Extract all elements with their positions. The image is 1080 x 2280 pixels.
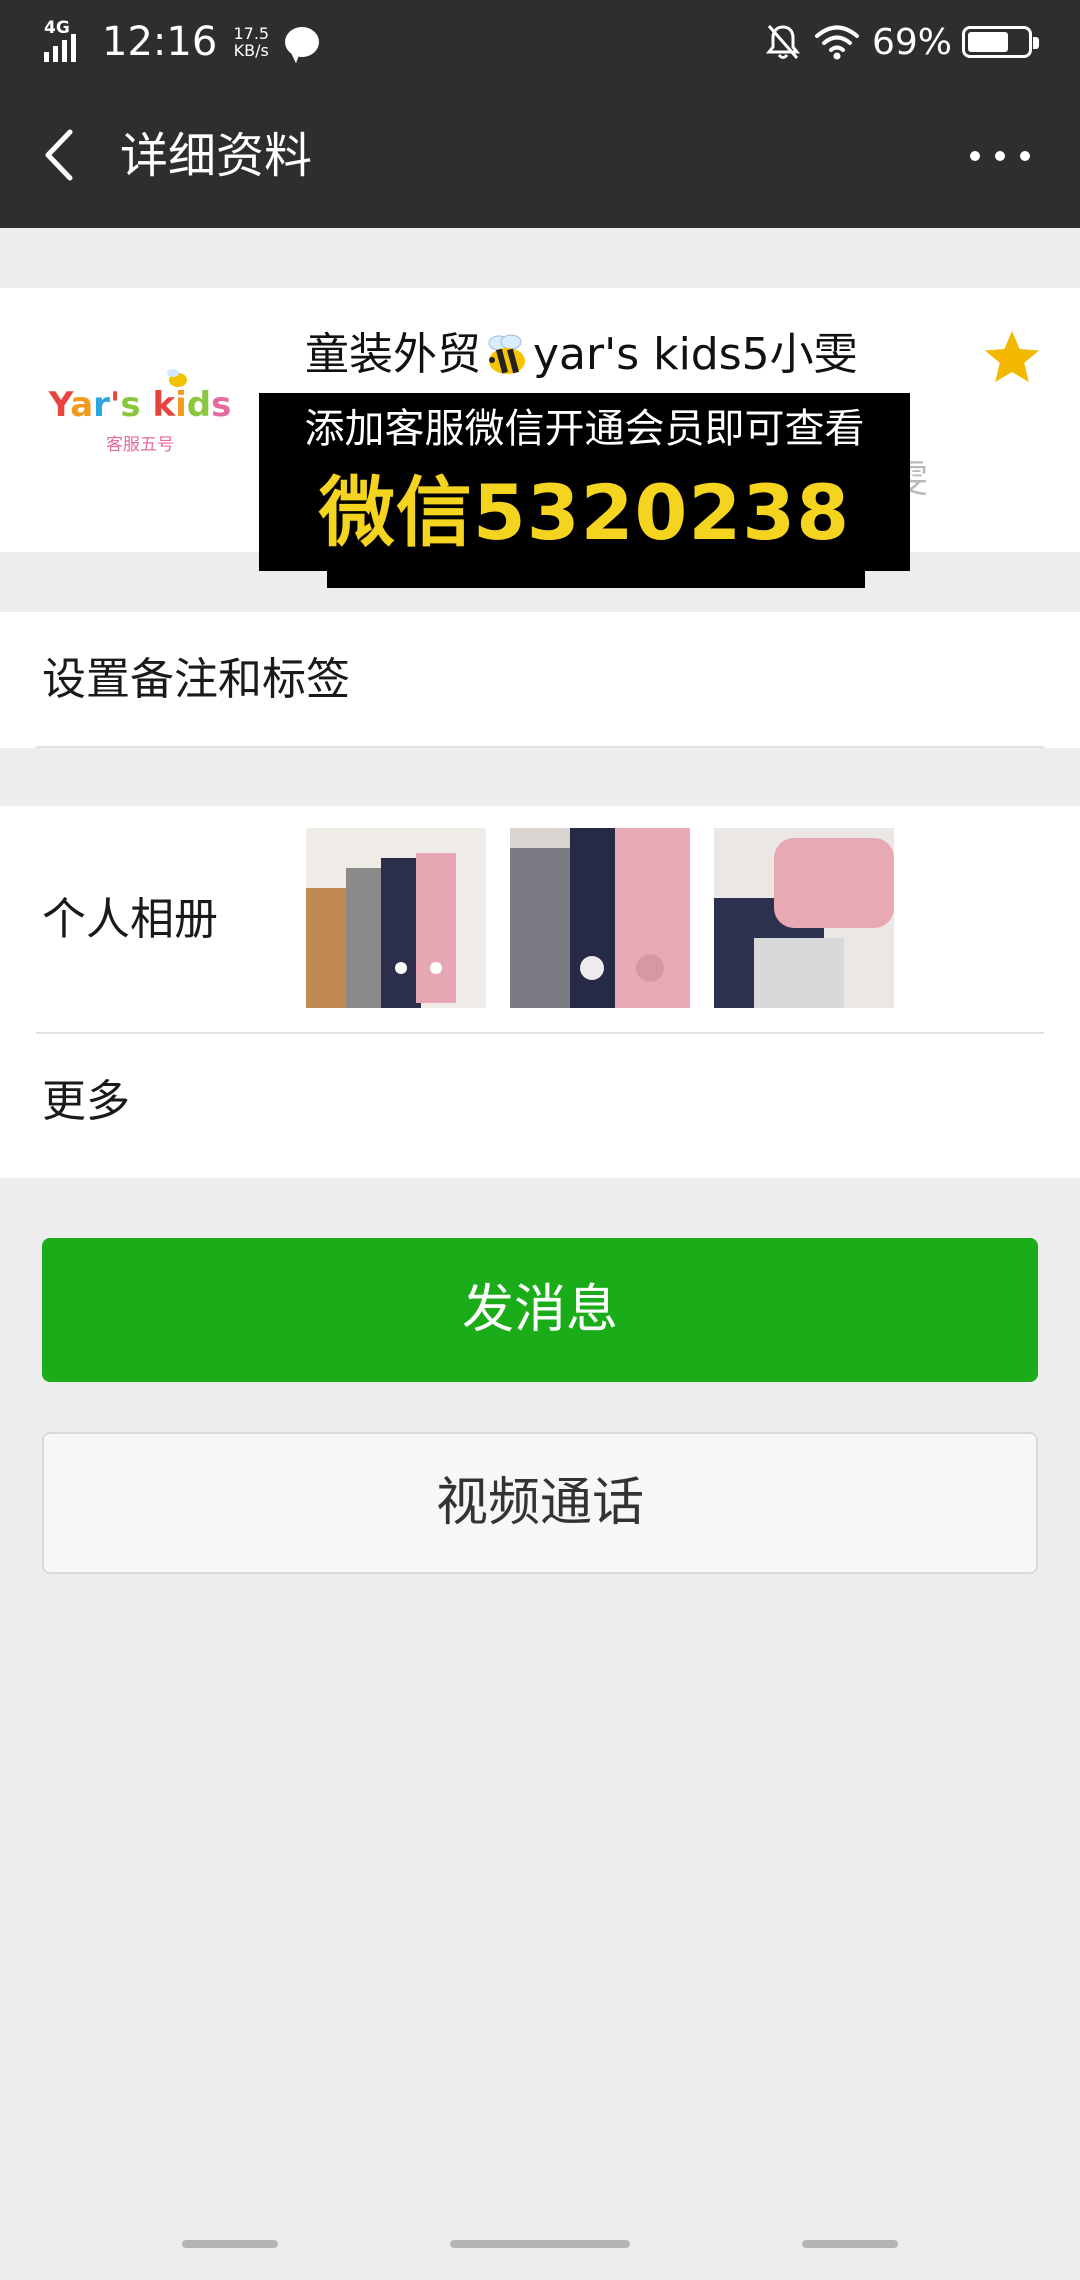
remark-tags-label: 设置备注和标签 xyxy=(42,654,350,705)
overlay-banner: 添加客服微信开通会员即可查看 微信5320238 xyxy=(259,393,910,571)
overlay-contact: 微信5320238 xyxy=(318,468,851,557)
network-type: 4G xyxy=(44,18,70,38)
speed-unit: KB/s xyxy=(233,41,269,60)
row-divider xyxy=(36,746,1044,748)
avatar[interactable]: Yar's kids 客服五号 xyxy=(40,354,240,494)
album-section: 个人相册 更多 xyxy=(0,806,1080,1178)
album-photo-1[interactable] xyxy=(306,828,486,1008)
network-speed: 17.5 KB/s xyxy=(229,25,273,59)
gesture-hint-home[interactable] xyxy=(450,2240,630,2248)
status-right: 69% xyxy=(765,14,1039,70)
more-dots-icon[interactable] xyxy=(970,134,1030,178)
album-photo-2[interactable] xyxy=(510,828,690,1008)
gesture-hint-left[interactable] xyxy=(182,2240,278,2248)
avatar-brand-subtext: 客服五号 xyxy=(106,435,174,455)
album-photo-3[interactable] xyxy=(714,828,894,1008)
status-time: 12:16 xyxy=(102,19,218,65)
profile-name-suffix: yar's kids5小雯 xyxy=(533,329,858,380)
status-left: 4G 12:16 17.5 KB/s xyxy=(44,14,320,70)
video-call-button[interactable]: 视频通话 xyxy=(42,1432,1038,1574)
send-message-button[interactable]: 发消息 xyxy=(42,1238,1038,1382)
profile-name: 童装外贸 yar's kids5小雯 xyxy=(305,328,858,382)
status-bar: 4G 12:16 17.5 KB/s 69% xyxy=(0,0,1080,84)
nav-bar: 详细资料 xyxy=(0,84,1080,228)
page-title: 详细资料 xyxy=(120,128,313,184)
battery-fill xyxy=(968,32,1009,52)
overlay-text: 添加客服微信开通会员即可查看 xyxy=(304,406,865,452)
album-label: 个人相册 xyxy=(42,894,218,945)
mute-bell-icon xyxy=(765,25,800,59)
back-arrow-icon[interactable] xyxy=(36,120,96,190)
more-row[interactable]: 更多 xyxy=(0,1034,1080,1178)
remark-tags-row[interactable]: 设置备注和标签 xyxy=(0,612,1080,748)
battery-icon xyxy=(962,26,1039,58)
avatar-brand-text: Yar's kids xyxy=(48,385,232,425)
wifi-icon xyxy=(814,25,859,60)
star-icon[interactable] xyxy=(982,328,1042,388)
battery-percent: 69% xyxy=(871,21,952,63)
album-row[interactable]: 个人相册 xyxy=(0,806,1080,1034)
profile-name-prefix: 童装外贸 xyxy=(305,329,481,380)
speed-value: 17.5 xyxy=(233,24,270,43)
gesture-hint-right[interactable] xyxy=(802,2240,898,2248)
more-label: 更多 xyxy=(42,1076,130,1127)
chat-bubble-icon xyxy=(285,27,320,57)
bee-icon xyxy=(488,334,525,374)
signal-icon: 4G xyxy=(44,20,90,64)
